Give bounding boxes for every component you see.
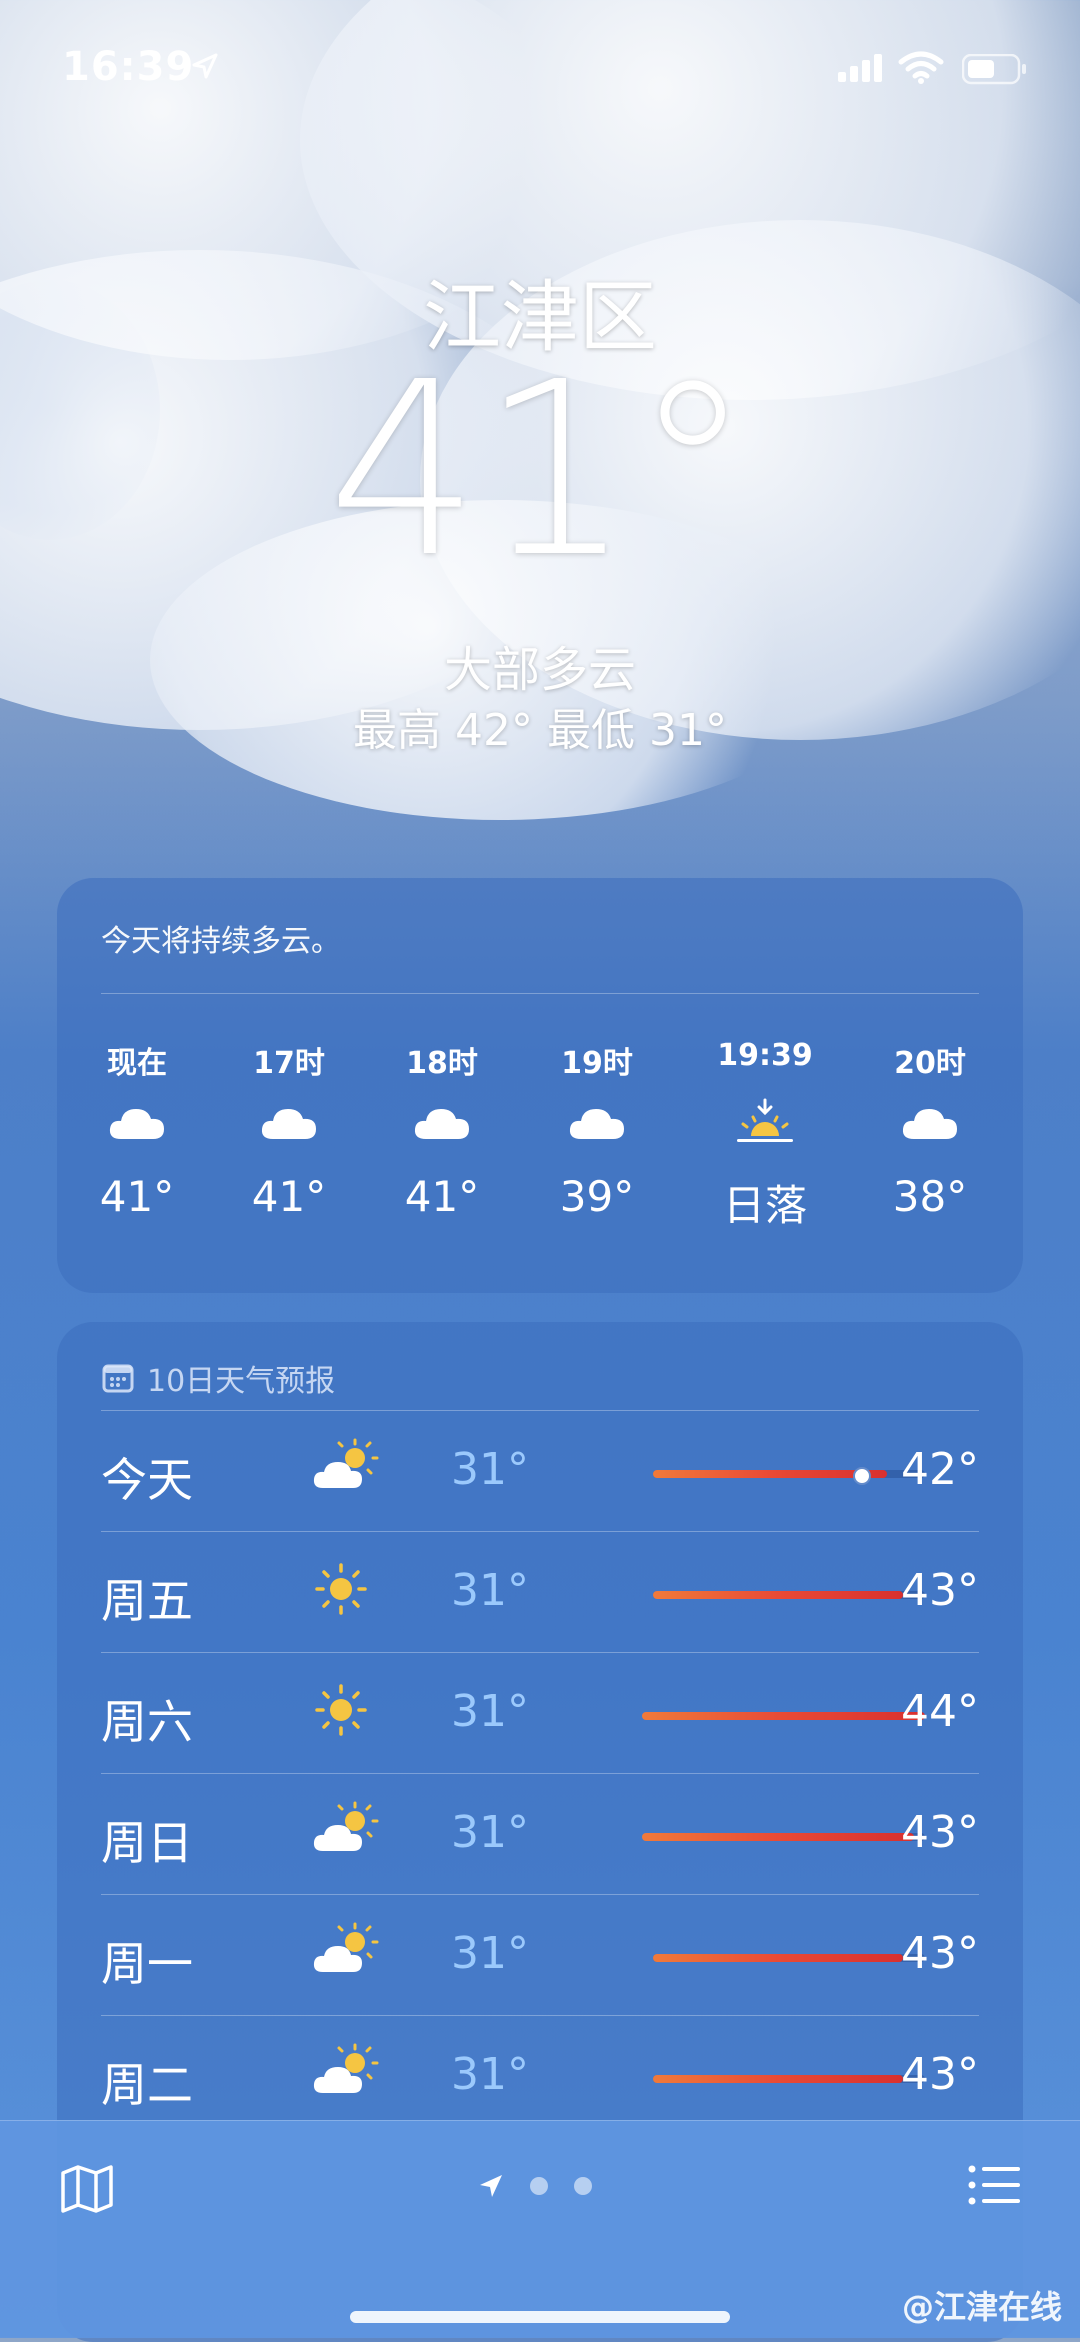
hour-item: 18时 41° <box>362 1038 522 1221</box>
hour-label: 现在 <box>107 1046 167 1081</box>
cloud-icon <box>261 1109 316 1139</box>
temperature-range-bar <box>653 1467 925 1485</box>
hour-temp: 41° <box>404 1172 480 1221</box>
partly-cloudy-icon <box>313 1922 379 1972</box>
hour-label: 19:39 <box>717 1038 813 1073</box>
forecast-low: 31° <box>451 1565 529 1616</box>
temperature-range-fill <box>653 1954 904 1962</box>
hour-label: 18时 <box>406 1046 478 1081</box>
hour-item: 19:39 日落 <box>685 1038 845 1233</box>
watermark: @江津在线 <box>901 2288 1062 2326</box>
sun-icon <box>315 1563 367 1615</box>
hour-temp: 41° <box>251 1172 327 1221</box>
forecast-low: 31° <box>451 2049 529 2100</box>
forecast-day: 周日 <box>101 1816 193 1870</box>
forecast-row[interactable]: 周日 31° 43° <box>101 1773 979 1893</box>
hour-item: 19时 39° <box>517 1038 677 1221</box>
forecast-low: 31° <box>451 1807 529 1858</box>
forecast-high: 43° <box>901 1565 979 1616</box>
current-temperature: 41° <box>327 330 753 610</box>
partly-cloudy-icon <box>313 1801 379 1851</box>
calendar-icon <box>102 1364 134 1393</box>
forecast-title: 10日天气预报 <box>147 1364 336 1399</box>
map-icon[interactable] <box>60 2163 114 2213</box>
current-location-icon[interactable] <box>478 2173 504 2199</box>
forecast-high: 44° <box>901 1686 979 1737</box>
forecast-day: 周一 <box>101 1937 193 1991</box>
forecast-day: 周六 <box>101 1695 193 1749</box>
partly-cloudy-icon <box>313 2043 379 2093</box>
battery-icon <box>962 54 1026 85</box>
hourly-summary: 今天将持续多云。 <box>101 924 341 959</box>
temperature-range-fill <box>642 1712 925 1720</box>
hour-label: 20时 <box>894 1046 966 1081</box>
temperature-range-bar <box>642 1712 925 1720</box>
forecast-high: 42° <box>901 1444 979 1495</box>
temperature-range-fill <box>653 2075 904 2083</box>
forecast-header: 10日天气预报 <box>101 1356 335 1400</box>
hour-item: 17时 41° <box>209 1038 369 1221</box>
status-time: 16:39 <box>62 44 195 90</box>
divider <box>101 1773 979 1774</box>
divider <box>101 2015 979 2016</box>
hour-temp: 39° <box>559 1172 635 1221</box>
temperature-range-fill <box>653 1470 887 1478</box>
forecast-row[interactable]: 周六 31° 44° <box>101 1652 979 1772</box>
current-temp-marker <box>852 1467 871 1485</box>
forecast-high: 43° <box>901 2049 979 2100</box>
forecast-low: 31° <box>451 1444 529 1495</box>
divider <box>101 1531 979 1532</box>
hour-label: 19时 <box>561 1046 633 1081</box>
forecast-row[interactable]: 周一 31° 43° <box>101 1894 979 2014</box>
cloud-icon <box>902 1109 957 1139</box>
hourly-forecast-card[interactable]: 今天将持续多云。 现在 41° 17时 41° 18时 41° 19时 39° … <box>57 878 1023 1293</box>
hour-label: 17时 <box>253 1046 325 1081</box>
forecast-day: 周二 <box>101 2058 193 2112</box>
status-bar: 16:39 <box>0 0 1080 140</box>
cloud-icon <box>569 1109 624 1139</box>
wifi-icon <box>898 51 944 84</box>
temperature-range-bar <box>653 1591 925 1599</box>
forecast-day: 今天 <box>101 1453 193 1507</box>
temperature-range-fill <box>653 1591 904 1599</box>
cloud-icon <box>414 1109 469 1139</box>
temperature-range-bar <box>642 1833 925 1841</box>
divider <box>101 1410 979 1411</box>
list-icon[interactable] <box>968 2163 1020 2207</box>
partly-cloudy-icon <box>313 1438 379 1488</box>
location-arrow-icon <box>192 53 218 79</box>
temperature-range-bar <box>653 1954 925 1962</box>
page-indicator[interactable] <box>478 2173 592 2199</box>
divider <box>101 1894 979 1895</box>
cloud-icon <box>109 1109 164 1139</box>
hour-item: 20时 38° <box>850 1038 1010 1221</box>
divider <box>101 993 979 994</box>
forecast-low: 31° <box>451 1686 529 1737</box>
sun-icon <box>315 1684 367 1736</box>
forecast-low: 31° <box>451 1928 529 1979</box>
hour-temp: 日落 <box>722 1181 807 1230</box>
forecast-row[interactable]: 周五 31° 43° <box>101 1531 979 1651</box>
temperature-range-bar <box>653 2075 925 2083</box>
forecast-day: 周五 <box>101 1574 193 1628</box>
forecast-row[interactable]: 今天 31° 42° <box>101 1410 979 1530</box>
temperature-range-fill <box>642 1833 915 1841</box>
hour-item: 现在 41° <box>57 1038 217 1221</box>
hourly-list[interactable]: 现在 41° 17时 41° 18时 41° 19时 39° 19:39 日落 … <box>57 1038 1023 1278</box>
forecast-high: 43° <box>901 1807 979 1858</box>
forecast-high: 43° <box>901 1928 979 1979</box>
page-dot[interactable] <box>530 2177 548 2195</box>
hour-temp: 38° <box>892 1172 968 1221</box>
sunset-icon <box>737 1098 793 1142</box>
forecast-row[interactable]: 周二 31° 43° <box>101 2015 979 2135</box>
divider <box>101 1652 979 1653</box>
hour-temp: 41° <box>99 1172 175 1221</box>
home-indicator[interactable] <box>350 2311 730 2323</box>
high-low-temperature: 最高 42° 最低 31° <box>353 705 727 756</box>
page-dot[interactable] <box>574 2177 592 2195</box>
current-condition: 大部多云 <box>443 642 636 698</box>
cellular-signal-icon <box>838 54 882 82</box>
